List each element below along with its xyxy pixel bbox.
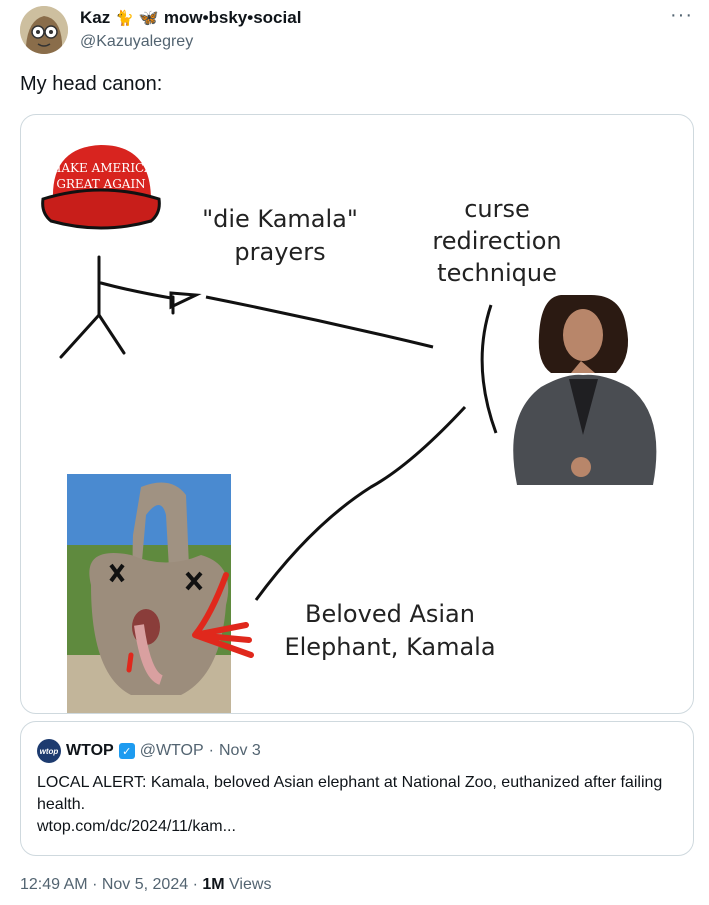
cat-emoji-icon: 🐈 [115, 10, 134, 27]
quoted-tweet-text: LOCAL ALERT: Kamala, beloved Asian eleph… [37, 774, 663, 813]
tweet-text: My head canon: [20, 73, 163, 95]
quoted-tweet-header: wtop WTOP ✓ @WTOP · Nov 3 [37, 739, 261, 763]
prayer-line [205, 295, 434, 349]
redirection-line [254, 405, 467, 601]
quoted-tweet-body: LOCAL ALERT: Kamala, beloved Asian eleph… [37, 772, 677, 838]
views-count: 1M [202, 876, 225, 893]
hat-text-1: MAKE AMERICA [49, 161, 153, 175]
label-curse-redirection: curse redirection technique [432, 195, 562, 287]
avatar-illustration [20, 6, 68, 54]
quoted-tweet[interactable]: wtop WTOP ✓ @WTOP · Nov 3 LOCAL ALERT: K… [20, 721, 694, 856]
tweet-meta-footer: 12:49 AM · Nov 5, 2024 · 1M Views [20, 876, 271, 894]
quoted-author-name[interactable]: WTOP [66, 742, 114, 760]
quoted-author-handle[interactable]: @WTOP [140, 742, 204, 760]
verified-badge-icon: ✓ [118, 743, 135, 759]
label-die-kamala-prayers: "die Kamala" prayers [202, 205, 358, 266]
footer-separator: · [192, 876, 198, 893]
wtop-logo-icon[interactable]: wtop [37, 739, 61, 763]
quoted-tweet-link[interactable]: wtop.com/dc/2024/11/kam... [37, 816, 677, 838]
maga-hat: MAKE AMERICA GREAT AGAIN [41, 145, 161, 230]
tweet-media-image[interactable]: MAKE AMERICA GREAT AGAIN "die Kamala" pr… [20, 114, 694, 714]
author-handle[interactable]: @Kazuyalegrey [80, 33, 193, 51]
tweet-time[interactable]: 12:49 AM [20, 876, 88, 893]
more-options-icon[interactable]: ··· [670, 4, 693, 27]
author-display-name: Kaz [80, 8, 111, 27]
elephant-photo [67, 474, 254, 713]
quoted-date[interactable]: Nov 3 [219, 742, 261, 760]
author-name-suffix: mow•bsky•social [163, 8, 302, 27]
butterfly-icon: 🦋 [138, 10, 159, 27]
hat-text-2: GREAT AGAIN [56, 177, 145, 191]
quoted-separator: · [208, 742, 214, 759]
redirection-arc [480, 304, 498, 434]
author-name[interactable]: Kaz 🐈 🦋 mow•bsky•social [80, 8, 301, 28]
label-beloved-elephant: Beloved Asian Elephant, Kamala [284, 600, 496, 661]
avatar[interactable] [20, 6, 68, 54]
kamala-photo [513, 295, 657, 485]
tweet-date[interactable]: Nov 5, 2024 [102, 876, 188, 893]
footer-separator: · [92, 876, 98, 893]
views-label: Views [229, 876, 272, 893]
stick-figure [59, 255, 202, 359]
